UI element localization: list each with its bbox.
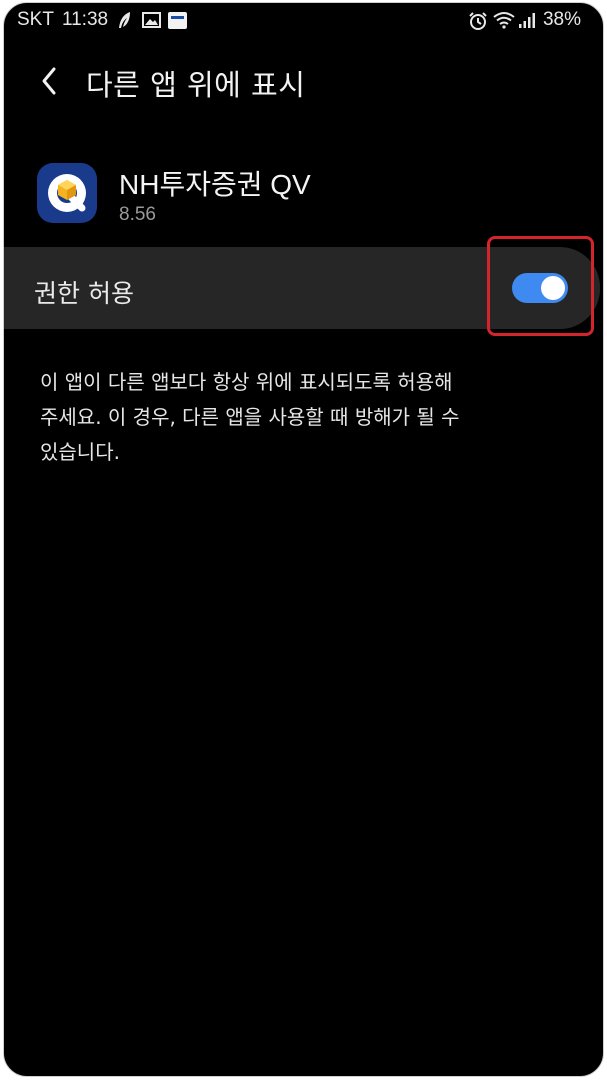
highlight-box (487, 236, 594, 336)
status-time: 11:38 (61, 9, 109, 30)
description-line: 있습니다. (40, 440, 120, 464)
status-right: 38% (468, 9, 581, 31)
app-icon (37, 163, 97, 223)
status-bar: SKT 11:38 38% (4, 3, 603, 37)
feather-icon (116, 11, 134, 29)
chevron-left-icon (42, 67, 56, 95)
permission-label: 권한 허용 (34, 279, 134, 308)
page-title: 다른 앱 위에 표시 (86, 68, 306, 102)
permission-description: 이 앱이 다른 앱보다 항상 위에 표시되도록 허용해 주세요. 이 경우, 다… (40, 365, 560, 470)
status-left: SKT 11:38 (17, 9, 188, 31)
wifi-icon (493, 11, 515, 29)
battery-percent: 38% (542, 9, 581, 30)
alarm-icon (468, 11, 487, 30)
phone-screen: SKT 11:38 38% 다른 앱 위에 표시 NH투자증권 QV 8.56 … (3, 2, 604, 1077)
description-line: 주세요. 이 경우, 다른 앱을 사용할 때 방해가 될 수 (40, 405, 460, 429)
carrier-label: SKT (17, 9, 54, 30)
description-line: 이 앱이 다른 앱보다 항상 위에 표시되도록 허용해 (40, 370, 453, 394)
notification-icon (168, 11, 188, 29)
signal-icon (518, 11, 536, 29)
app-name: NH투자증권 QV (119, 169, 311, 200)
app-version: 8.56 (119, 204, 156, 225)
image-icon (142, 11, 162, 29)
back-button[interactable] (34, 61, 70, 101)
